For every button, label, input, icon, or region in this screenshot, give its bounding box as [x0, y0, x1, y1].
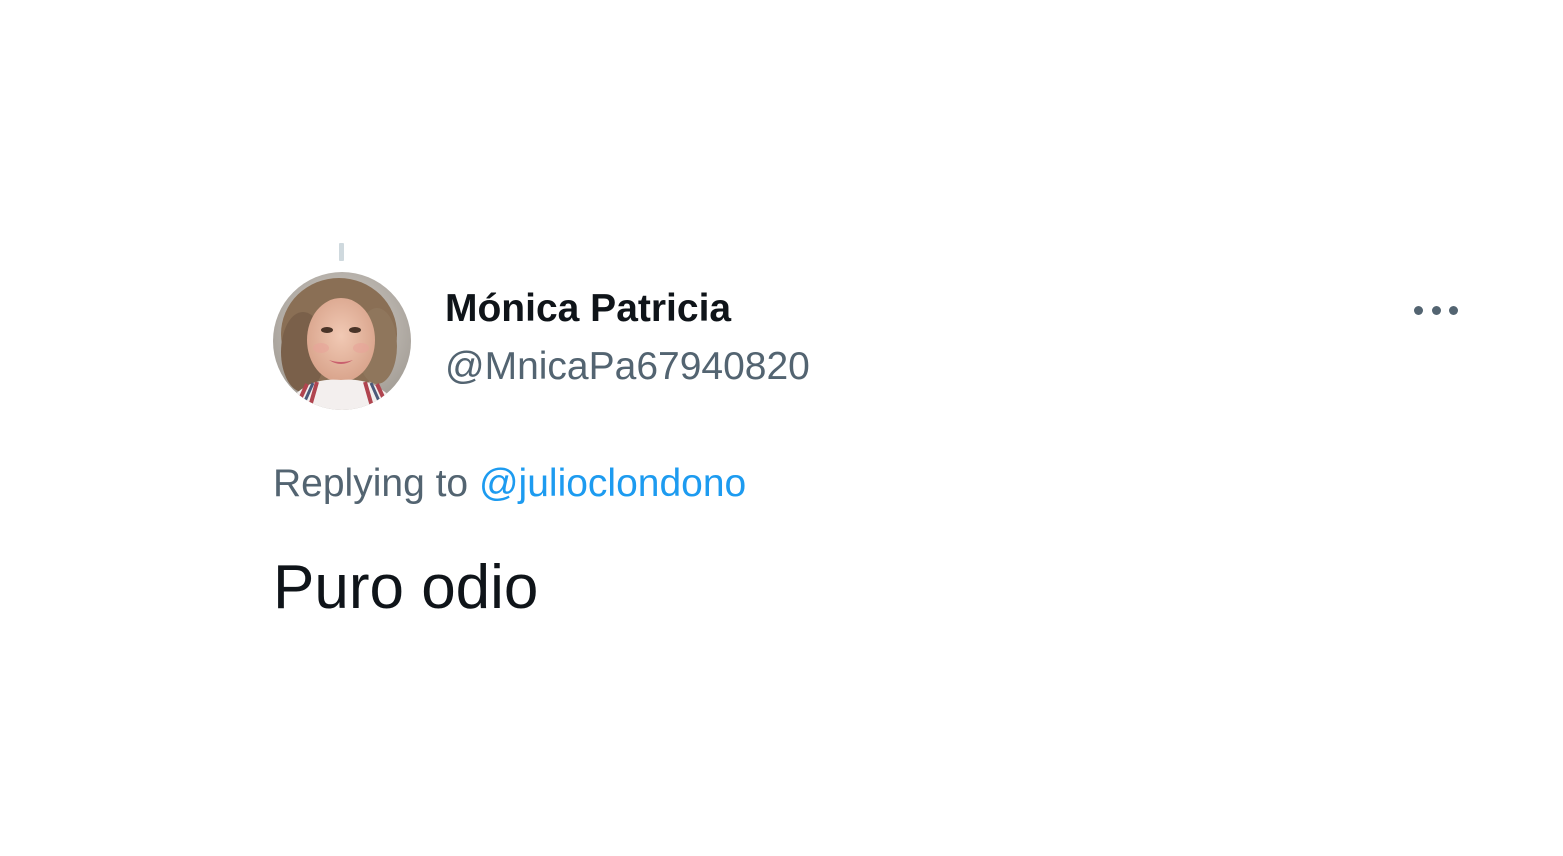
reply-context: Replying to @julioclondono [273, 461, 746, 507]
author-handle[interactable]: @MnicaPa67940820 [445, 344, 810, 390]
tweet-text: Puro odio [273, 553, 539, 622]
more-options-button[interactable] [1408, 292, 1464, 328]
tweet[interactable]: Mónica Patricia @MnicaPa67940820 Replyin… [0, 0, 1563, 856]
avatar[interactable] [273, 272, 411, 410]
author-display-name[interactable]: Mónica Patricia [445, 286, 731, 332]
avatar-photo [273, 272, 411, 410]
thread-connector-line [339, 243, 344, 261]
more-horizontal-icon [1414, 305, 1423, 315]
more-horizontal-icon-dot [1431, 305, 1441, 315]
more-horizontal-icon-dot [1449, 305, 1458, 315]
reply-mention-link[interactable]: @julioclondono [479, 462, 746, 505]
reply-prefix: Replying to [273, 462, 469, 505]
